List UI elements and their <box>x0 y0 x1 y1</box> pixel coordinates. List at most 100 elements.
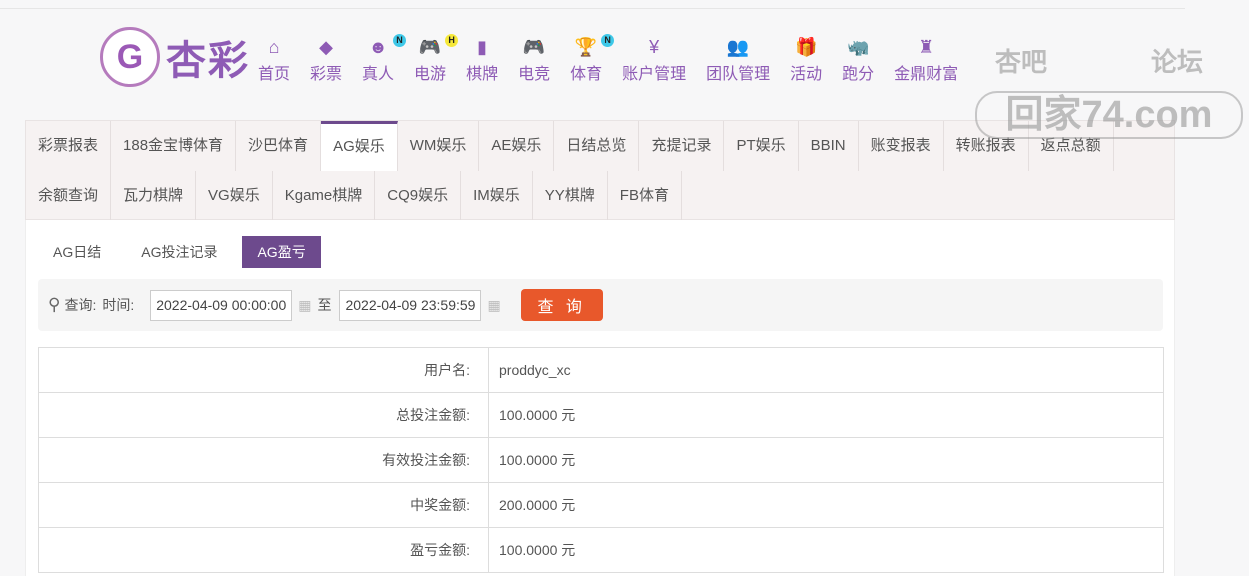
nav-label: 真人 <box>362 66 395 83</box>
nav-label: 账户管理 <box>622 66 687 83</box>
nav-item[interactable]: 🎮 电游 H <box>414 34 459 84</box>
trophy-icon: 🏆 <box>574 37 598 57</box>
tab[interactable]: 彩票报表 <box>26 121 112 171</box>
nav-item[interactable]: ¥ 账户管理 <box>622 36 686 84</box>
gift-icon: 🎁 <box>794 37 818 57</box>
tab[interactable]: AG娱乐 <box>321 121 398 171</box>
ticket-icon: ◆ <box>319 37 333 57</box>
logo-text: 杏彩 <box>166 39 250 83</box>
subtabs: AG日结 AG投注记录 AG盈亏 <box>38 236 331 268</box>
nav-item[interactable]: 👥 团队管理 <box>706 36 770 84</box>
tab[interactable]: 瓦力棋牌 <box>111 171 197 221</box>
nav-label: 电游 <box>414 66 447 83</box>
row-value: 200.0000 元 <box>488 482 1164 528</box>
subtab[interactable]: AG投注记录 <box>126 236 232 268</box>
tab[interactable]: 充提记录 <box>639 121 725 171</box>
row-label: 用户名: <box>38 347 489 393</box>
query-bar: ⚲ 查询: 时间: ▦ 至 ▦ 查 询 <box>38 279 1163 331</box>
nav-label: 跑分 <box>842 66 875 83</box>
tabs-row-1: 彩票报表 188金宝博体育 沙巴体育 AG娱乐 WM娱乐 AE娱乐 日结总览 充提记录 PT娱乐… <box>26 121 1174 171</box>
nav-label: 活动 <box>790 66 823 83</box>
nav-label: 棋牌 <box>466 66 499 83</box>
table-row: 有效投注金额: 100.0000 元 <box>38 437 1164 483</box>
content-panel: AG日结 AG投注记录 AG盈亏 ⚲ 查询: 时间: ▦ 至 ▦ 查 询 用户名:p… <box>25 220 1175 576</box>
tab[interactable]: AE娱乐 <box>479 121 555 171</box>
tab[interactable]: 余额查询 <box>26 171 112 221</box>
calendar-icon[interactable]: ▦ <box>487 297 500 314</box>
row-value: 100.0000 元 <box>488 527 1164 573</box>
nav-item[interactable]: 🏆 体育 N <box>570 34 615 84</box>
watermark-text: 杏吧 <box>995 47 1048 77</box>
query-label: 查询: <box>64 297 97 313</box>
team-icon: 👥 <box>726 37 750 57</box>
tab[interactable]: FB体育 <box>608 171 682 221</box>
nav-item[interactable]: 🦏 跑分 <box>842 36 874 84</box>
tab[interactable]: VG娱乐 <box>196 171 273 221</box>
tab[interactable]: WM娱乐 <box>398 121 480 171</box>
nav-item[interactable]: 🎁 活动 <box>790 36 822 84</box>
live-dealer-icon: ☻ <box>368 37 388 57</box>
search-icon: ⚲ <box>48 295 61 314</box>
nav-label: 体育 <box>570 66 603 83</box>
table-row: 中奖金额: 200.0000 元 <box>38 482 1164 528</box>
row-label: 有效投注金额: <box>38 437 489 483</box>
row-label: 盈亏金额: <box>38 527 489 573</box>
nav-item[interactable]: ⌂ 首页 <box>258 36 290 84</box>
query-button[interactable]: 查 询 <box>520 289 603 321</box>
report-tabs: 彩票报表 188金宝博体育 沙巴体育 AG娱乐 WM娱乐 AE娱乐 日结总览 充提记录 PT娱乐… <box>25 120 1175 221</box>
nav-label: 团队管理 <box>706 66 771 83</box>
row-value: 100.0000 元 <box>488 392 1164 438</box>
row-value: proddyc_xc <box>488 347 1164 393</box>
row-label: 总投注金额: <box>38 392 489 438</box>
rhino-icon: 🦏 <box>846 37 870 57</box>
tab[interactable]: 188金宝博体育 <box>111 121 237 171</box>
nav-label: 金鼎财富 <box>894 66 959 83</box>
esports-icon: 🎮 <box>522 37 546 57</box>
end-time-input[interactable] <box>339 289 482 321</box>
site-logo[interactable]: G 杏彩 <box>100 27 250 87</box>
tab[interactable]: 沙巴体育 <box>236 121 322 171</box>
nav-item[interactable]: 🎮 电竞 <box>518 36 550 84</box>
watermark-text: 论坛 <box>1150 47 1203 77</box>
calendar-icon[interactable]: ▦ <box>298 297 311 314</box>
subtab[interactable]: AG日结 <box>38 236 116 268</box>
main-nav: ⌂ 首页 ◆ 彩票 ☻ 真人 N 🎮 电游 H ▮ 棋牌 🎮 电竞 🏆 体育 N ¥ 账户管理 👥 团队管理 🎁 活动 🦏 跑分… <box>258 34 978 84</box>
nav-label: 首页 <box>258 66 291 83</box>
tab[interactable]: 日结总览 <box>554 121 640 171</box>
logo-mark-icon: G <box>100 27 160 87</box>
nav-item[interactable]: ◆ 彩票 <box>310 36 342 84</box>
tab[interactable]: 账变报表 <box>859 121 944 171</box>
cards-icon: ▮ <box>477 37 488 57</box>
tab[interactable]: Kgame棋牌 <box>273 171 376 221</box>
row-value: 100.0000 元 <box>488 437 1164 483</box>
row-label: 中奖金额: <box>38 482 489 528</box>
badge: N <box>601 34 615 47</box>
nav-item[interactable]: ☻ 真人 N <box>362 34 407 84</box>
tab[interactable]: PT娱乐 <box>724 121 799 171</box>
to-label: 至 <box>317 297 332 313</box>
top-divider <box>0 8 1185 9</box>
tab[interactable]: 返点总额 <box>1029 121 1114 171</box>
badge: H <box>445 34 459 47</box>
home-icon: ⌂ <box>268 37 280 57</box>
table-row: 用户名: proddyc_xc <box>38 347 1164 393</box>
tab[interactable]: CQ9娱乐 <box>375 171 462 221</box>
tab[interactable]: 转账报表 <box>944 121 1029 171</box>
badge: N <box>393 34 407 47</box>
subtab[interactable]: AG盈亏 <box>242 236 321 268</box>
table-row: 总投注金额: 100.0000 元 <box>38 392 1164 438</box>
tab[interactable]: YY棋牌 <box>533 171 608 221</box>
table-row: 盈亏金额: 100.0000 元 <box>38 527 1164 573</box>
nav-item[interactable]: ▮ 棋牌 <box>466 36 498 84</box>
start-time-input[interactable] <box>150 289 293 321</box>
gamepad-icon: 🎮 <box>418 37 442 57</box>
nav-label: 电竞 <box>518 66 551 83</box>
summary-table: 用户名: proddyc_xc 总投注金额: 100.0000 元有效投注金额: 100… <box>38 347 1164 573</box>
tab[interactable]: IM娱乐 <box>461 171 533 221</box>
nav-item[interactable]: ♜ 金鼎财富 <box>894 36 958 84</box>
cauldron-icon: ♜ <box>918 37 935 57</box>
nav-label: 彩票 <box>310 66 343 83</box>
tabs-row-2: 余额查询 瓦力棋牌 VG娱乐 Kgame棋牌 CQ9娱乐 IM娱乐 YY棋牌 FB体育 <box>26 171 1174 221</box>
tab[interactable]: BBIN <box>799 121 859 171</box>
time-label: 时间: <box>102 297 135 313</box>
